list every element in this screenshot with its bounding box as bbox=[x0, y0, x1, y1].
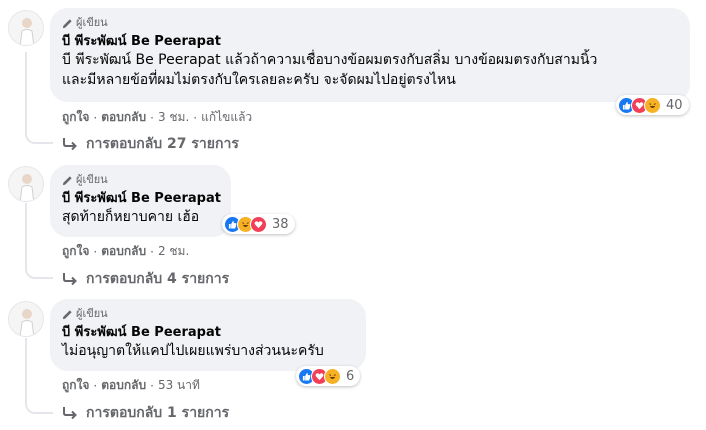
haha-reaction-icon bbox=[644, 96, 661, 114]
view-replies-button[interactable]: การตอบกลับ 1 รายการ bbox=[62, 402, 229, 424]
timestamp[interactable]: 53 นาที bbox=[158, 376, 200, 395]
author-badge-label: ผู้เขียน bbox=[76, 307, 108, 320]
comment-text-line-1: บี พีระพัฒน์ Be Peerapat แล้วถ้าความเชื่… bbox=[62, 52, 598, 68]
reply-button[interactable]: ตอบกลับ bbox=[101, 376, 146, 395]
comment-bubble: ผู้เขียน บี พีระพัฒน์ Be Peerapat สุดท้า… bbox=[50, 165, 231, 237]
author-name[interactable]: บี พีระพัฒน์ Be Peerapat bbox=[62, 33, 678, 50]
comment-text-line-1: ไม่อนุญาตให้แคปไปเผยแพร่บางส่วนนะครับ bbox=[62, 343, 324, 359]
view-replies-button[interactable]: การตอบกลับ 27 รายการ bbox=[62, 133, 239, 155]
comment-actions: ถูกใจ · ตอบกลับ · 3 ชม. · แก้ไขแล้ว bbox=[62, 108, 252, 127]
comment-bubble: ผู้เขียน บี พีระพัฒน์ Be Peerapat ไม่อนุ… bbox=[50, 299, 366, 371]
view-replies-button[interactable]: การตอบกลับ 4 รายการ bbox=[62, 268, 229, 290]
author-name[interactable]: บี พีระพัฒน์ Be Peerapat bbox=[62, 324, 354, 341]
pencil-icon bbox=[62, 175, 73, 186]
author-badge: ผู้เขียน bbox=[62, 16, 678, 30]
thread-elbow bbox=[25, 130, 53, 144]
reaction-summary[interactable]: 40 bbox=[616, 95, 689, 115]
reaction-summary[interactable]: 38 bbox=[222, 214, 295, 234]
reply-button[interactable]: ตอบกลับ bbox=[101, 242, 146, 261]
avatar[interactable] bbox=[8, 301, 44, 337]
reply-arrow-icon bbox=[62, 137, 78, 151]
author-badge-label: ผู้เขียน bbox=[76, 173, 108, 186]
comment-bubble: ผู้เขียน บี พีระพัฒน์ Be Peerapat บี พีร… bbox=[50, 8, 690, 102]
author-badge-label: ผู้เขียน bbox=[76, 16, 108, 29]
author-badge: ผู้เขียน bbox=[62, 173, 219, 187]
comment-text-line-2: และมีหลายข้อที่ผมไม่ตรงกับใครเลยละครับ จ… bbox=[62, 72, 456, 88]
thread-elbow bbox=[25, 265, 53, 279]
replies-label: การตอบกลับ 1 รายการ bbox=[86, 405, 230, 421]
author-name[interactable]: บี พีระพัฒน์ Be Peerapat bbox=[62, 190, 221, 207]
author-badge: ผู้เขียน bbox=[62, 307, 354, 321]
reply-arrow-icon bbox=[62, 272, 78, 286]
replies-label: การตอบกลับ 27 รายการ bbox=[86, 136, 239, 152]
reaction-count: 38 bbox=[272, 216, 289, 232]
timestamp[interactable]: 3 ชม. bbox=[158, 108, 189, 127]
pencil-icon bbox=[62, 309, 73, 320]
replies-label: การตอบกลับ 4 รายการ bbox=[86, 271, 230, 287]
reply-button[interactable]: ตอบกลับ bbox=[101, 108, 146, 127]
haha-reaction-icon bbox=[324, 367, 341, 385]
reaction-count: 40 bbox=[666, 97, 683, 113]
love-reaction-icon bbox=[250, 215, 267, 233]
comment-actions: ถูกใจ · ตอบกลับ · 2 ชม. bbox=[62, 242, 189, 261]
like-button[interactable]: ถูกใจ bbox=[62, 376, 89, 395]
comment-text-line-1: สุดท้ายก็หยาบคาย เฮ้อ bbox=[62, 209, 200, 225]
reply-arrow-icon bbox=[62, 406, 78, 420]
timestamp[interactable]: 2 ชม. bbox=[158, 242, 189, 261]
thread-elbow bbox=[25, 400, 53, 414]
reaction-summary[interactable]: 6 bbox=[296, 366, 361, 386]
like-button[interactable]: ถูกใจ bbox=[62, 108, 89, 127]
pencil-icon bbox=[62, 18, 73, 29]
thread-line bbox=[25, 52, 27, 132]
thread-line bbox=[25, 203, 27, 267]
thread-line bbox=[25, 338, 27, 402]
avatar[interactable] bbox=[8, 10, 44, 46]
comment-actions: ถูกใจ · ตอบกลับ · 53 นาที bbox=[62, 376, 200, 395]
like-button[interactable]: ถูกใจ bbox=[62, 242, 89, 261]
avatar[interactable] bbox=[8, 166, 44, 202]
reaction-count: 6 bbox=[346, 368, 355, 384]
edited-label: แก้ไขแล้ว bbox=[201, 110, 253, 124]
